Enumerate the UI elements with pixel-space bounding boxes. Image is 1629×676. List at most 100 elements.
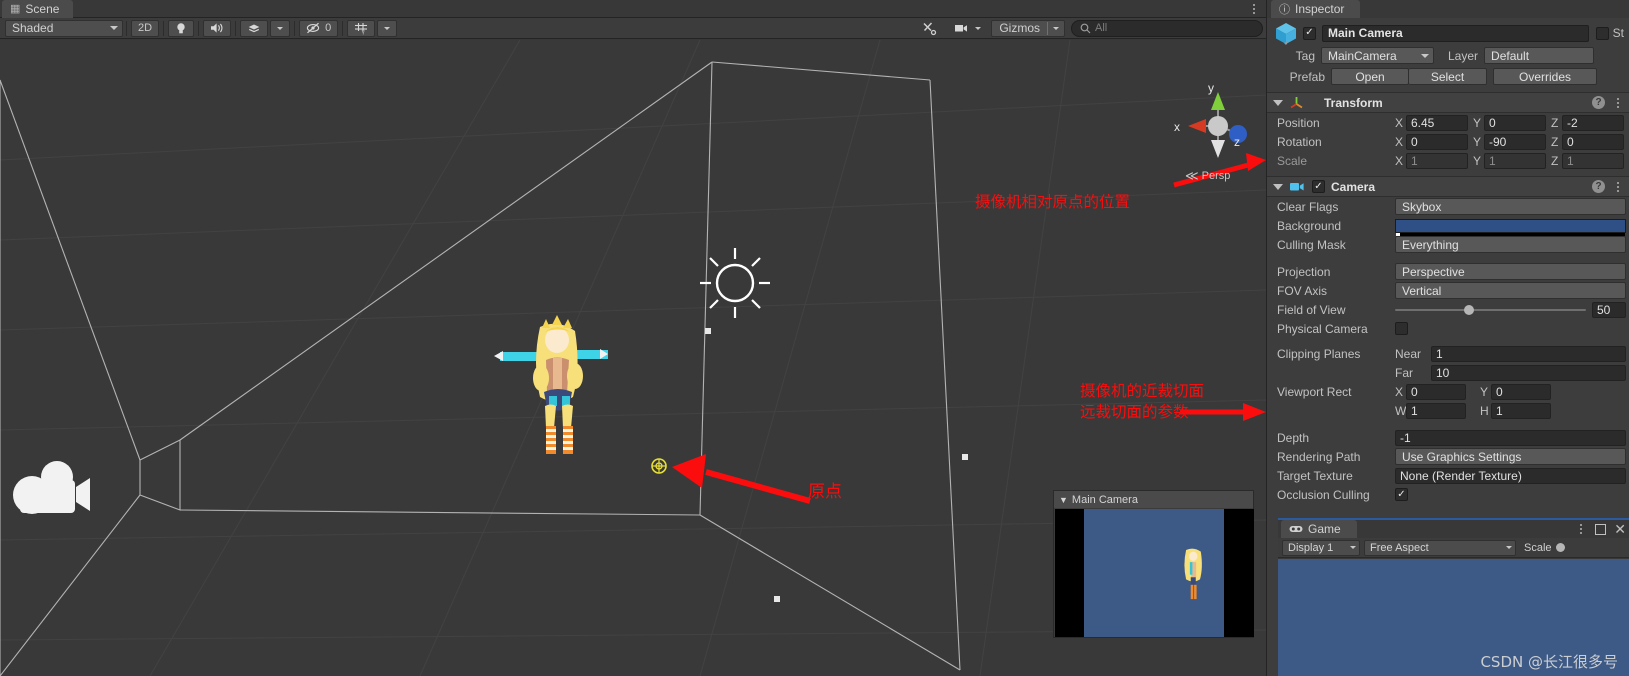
camera-preview-header[interactable]: ▼ Main Camera <box>1054 491 1253 508</box>
speaker-icon <box>211 23 223 33</box>
physical-camera-checkbox[interactable] <box>1395 322 1408 335</box>
fov-axis-value: Vertical <box>1402 283 1442 298</box>
lighting-toggle-button[interactable] <box>168 19 195 37</box>
close-icon[interactable]: ✕ <box>1614 522 1626 536</box>
foldout-triangle-icon[interactable] <box>1273 99 1283 106</box>
position-x-input[interactable]: 6.45 <box>1406 114 1468 131</box>
effects-toggle-button[interactable] <box>240 19 269 37</box>
target-texture-label: Target Texture <box>1277 468 1353 483</box>
scene-camera-button[interactable] <box>947 20 988 37</box>
rotation-z-input[interactable]: 0 <box>1562 133 1624 150</box>
near-input[interactable]: 1 <box>1431 345 1626 362</box>
toggle-2d-button[interactable]: 2D <box>131 19 160 37</box>
projection-mode-label[interactable]: ≪ Persp <box>1185 168 1230 184</box>
camera-component-header[interactable]: ✓ Camera ? <box>1267 176 1629 197</box>
clear-flags-dropdown[interactable]: Skybox <box>1395 198 1626 215</box>
gizmos-dropdown-arrow[interactable] <box>1048 26 1064 30</box>
viewport-h-input[interactable]: 1 <box>1491 402 1551 419</box>
scene-search-placeholder: All <box>1095 22 1108 34</box>
target-texture-field[interactable]: None (Render Texture) <box>1395 467 1626 484</box>
help-icon[interactable]: ? <box>1592 180 1605 193</box>
game-view-render[interactable]: CSDN @长江很多号 <box>1278 559 1629 676</box>
tab-scene-label: Scene <box>25 2 60 16</box>
field-of-view-input[interactable]: 50 <box>1592 301 1626 318</box>
grid-visibility-button[interactable]: Y <box>347 19 376 37</box>
scene-search-input[interactable]: All <box>1071 19 1263 37</box>
scene-orientation-gizmo[interactable]: y x z <box>1160 78 1266 176</box>
viewport-h-axis: H <box>1480 403 1489 418</box>
arrow-to-clipping-planes <box>1180 403 1266 421</box>
projection-dropdown[interactable]: Perspective <box>1395 263 1626 280</box>
object-enabled-checkbox[interactable]: ✓ <box>1303 26 1316 40</box>
tab-inspector[interactable]: ⓘ Inspector <box>1271 0 1361 18</box>
background-color-field[interactable] <box>1395 218 1626 236</box>
prefab-select-button[interactable]: Select <box>1409 68 1487 85</box>
static-label: St <box>1612 26 1624 40</box>
game-more-options-icon[interactable] <box>1575 522 1587 536</box>
viewport-rect-xy-row: Viewport Rect X 0 Y 0 <box>1267 382 1629 401</box>
search-icon <box>1080 23 1091 33</box>
component-more-options-icon[interactable] <box>1612 96 1624 110</box>
static-checkbox[interactable] <box>1595 26 1609 40</box>
hidden-objects-button[interactable]: 0 <box>299 19 339 37</box>
scene-viewport[interactable]: y x z ≪ Persp 摄像机相对原点的位置 摄像机的近裁切面 远裁切面的参… <box>0 40 1266 676</box>
display-dropdown[interactable]: Display 1 <box>1282 539 1360 556</box>
rotation-y-input[interactable]: -90 <box>1484 133 1546 150</box>
scale-slider-handle[interactable] <box>1555 543 1565 552</box>
position-y-input[interactable]: 0 <box>1484 114 1546 131</box>
grid-dropdown-button[interactable] <box>377 19 398 37</box>
effects-dropdown-button[interactable] <box>270 19 291 37</box>
transform-component-header[interactable]: Transform ? <box>1267 92 1629 113</box>
aspect-dropdown[interactable]: Free Aspect <box>1364 539 1516 556</box>
tools-icon <box>923 21 937 35</box>
shading-mode-dropdown[interactable]: Shaded <box>5 19 123 37</box>
field-of-view-slider[interactable] <box>1395 304 1586 315</box>
scale-y-input[interactable]: 1 <box>1484 152 1546 169</box>
tab-scene[interactable]: ▦ Scene <box>2 0 74 18</box>
scene-more-options-icon[interactable] <box>1248 2 1260 16</box>
transform-title: Transform <box>1324 95 1383 110</box>
viewport-x-input[interactable]: 0 <box>1406 383 1466 400</box>
far-input[interactable]: 10 <box>1431 364 1626 381</box>
occlusion-culling-label: Occlusion Culling <box>1277 487 1370 502</box>
component-more-options-icon[interactable] <box>1612 180 1624 194</box>
position-z-input[interactable]: -2 <box>1562 114 1624 131</box>
field-of-view-row: Field of View 50 <box>1267 300 1629 319</box>
culling-mask-label: Culling Mask <box>1277 237 1346 252</box>
help-icon[interactable]: ? <box>1592 96 1605 109</box>
tag-dropdown[interactable]: MainCamera <box>1321 47 1434 64</box>
scale-x-input[interactable]: 1 <box>1406 152 1468 169</box>
camera-enabled-checkbox[interactable]: ✓ <box>1312 180 1325 193</box>
rendering-path-value: Use Graphics Settings <box>1402 449 1522 464</box>
grid-icon: ▦ <box>10 2 21 15</box>
game-panel: Game ✕ Display 1 Free Aspect Scale CSDN … <box>1278 518 1629 676</box>
layer-dropdown[interactable]: Default <box>1484 47 1595 64</box>
field-of-view-slider-handle[interactable] <box>1463 304 1474 315</box>
tab-game[interactable]: Game <box>1281 520 1357 538</box>
viewport-y-input[interactable]: 0 <box>1491 383 1551 400</box>
culling-mask-row: Culling Mask Everything <box>1267 235 1629 254</box>
object-name-input[interactable]: Main Camera <box>1322 24 1589 42</box>
tag-value: MainCamera <box>1328 48 1397 63</box>
scale-z-input[interactable]: 1 <box>1562 152 1624 169</box>
prefab-open-label: Open <box>1355 69 1385 84</box>
gizmos-button[interactable]: Gizmos <box>991 19 1065 37</box>
scene-tools-button[interactable] <box>915 20 945 37</box>
occlusion-culling-checkbox[interactable]: ✓ <box>1395 488 1408 501</box>
csdn-watermark: CSDN @长江很多号 <box>1480 653 1618 671</box>
projection-label: Projection <box>1277 264 1331 279</box>
maximize-icon[interactable] <box>1595 523 1607 535</box>
fov-axis-dropdown[interactable]: Vertical <box>1395 282 1626 299</box>
rendering-path-dropdown[interactable]: Use Graphics Settings <box>1395 448 1626 465</box>
viewport-x-axis: X <box>1395 384 1404 399</box>
foldout-triangle-icon[interactable] <box>1273 183 1283 190</box>
audio-toggle-button[interactable] <box>203 19 232 37</box>
prefab-overrides-button[interactable]: Overrides <box>1493 68 1597 85</box>
arrow-to-origin <box>672 454 811 504</box>
culling-mask-dropdown[interactable]: Everything <box>1395 236 1626 253</box>
rotation-x-input[interactable]: 0 <box>1406 133 1468 150</box>
depth-input[interactable]: -1 <box>1395 429 1626 446</box>
prefab-open-button[interactable]: Open <box>1331 68 1409 85</box>
viewport-w-input[interactable]: 1 <box>1406 402 1466 419</box>
gizmos-label: Gizmos <box>999 21 1040 35</box>
